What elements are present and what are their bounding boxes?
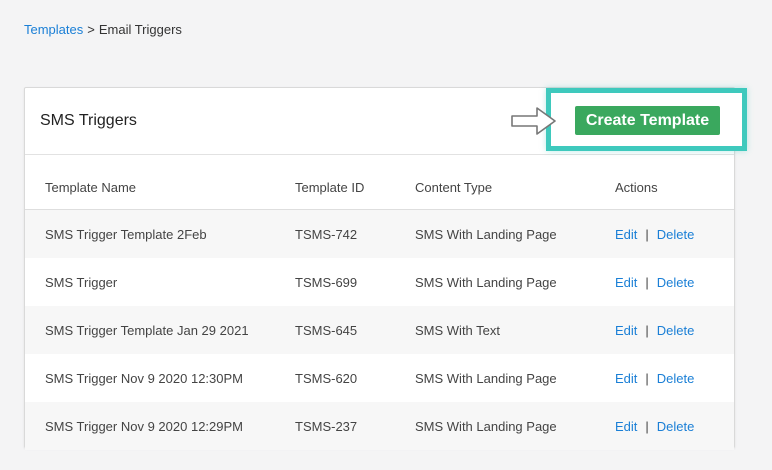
table-row: SMS Trigger Nov 9 2020 12:30PM TSMS-620 … (25, 354, 734, 402)
content-type-cell: SMS With Landing Page (415, 209, 615, 258)
content-type-cell: SMS With Landing Page (415, 274, 557, 290)
delete-link[interactable]: Delete (657, 227, 695, 242)
column-header-template-id: Template ID (295, 166, 415, 210)
delete-link[interactable]: Delete (657, 275, 695, 290)
template-name-cell: SMS Trigger Nov 9 2020 12:30PM (45, 370, 243, 386)
content-type-cell: SMS With Landing Page (415, 402, 615, 450)
create-template-button[interactable]: Create Template (575, 106, 720, 135)
actions-cell: Edit | Delete (615, 209, 734, 258)
delete-link[interactable]: Delete (657, 371, 695, 386)
breadcrumb-current: Email Triggers (98, 22, 182, 37)
content-type-cell: SMS With Text (415, 306, 615, 354)
table-row: SMS Trigger Template Jan 29 2021 TSMS-64… (25, 306, 734, 354)
action-separator: | (645, 226, 649, 242)
table-row: SMS Trigger TSMS-699 SMS With Landing Pa… (25, 258, 734, 306)
sms-triggers-table: Template Name Template ID Content Type A… (25, 166, 734, 450)
edit-link[interactable]: Edit (615, 275, 637, 290)
action-separator: | (645, 274, 649, 290)
page: Templates > Email Triggers SMS Triggers Cr… (0, 0, 772, 470)
actions-cell: Edit | Delete (615, 402, 734, 450)
actions-cell: Edit | Delete (615, 258, 734, 306)
delete-link[interactable]: Delete (657, 323, 695, 338)
actions-cell: Edit | Delete (615, 354, 734, 402)
breadcrumb-separator: > (87, 22, 95, 37)
template-id-cell: TSMS-237 (295, 402, 415, 450)
table-header-row: Template Name Template ID Content Type A… (25, 166, 734, 210)
table-row: SMS Trigger Nov 9 2020 12:29PM TSMS-237 … (25, 402, 734, 450)
card-title: SMS Triggers (40, 112, 137, 129)
template-name-cell: SMS Trigger Template Jan 29 2021 (25, 306, 295, 354)
actions-cell: Edit | Delete (615, 306, 734, 354)
column-header-content-type: Content Type (415, 166, 615, 210)
template-id-cell: TSMS-699 (295, 274, 358, 290)
template-name-cell: SMS Trigger (45, 274, 118, 290)
action-separator: | (645, 322, 649, 338)
template-name-cell: SMS Trigger Template 2Feb (25, 209, 295, 258)
column-header-template-name: Template Name (25, 166, 295, 210)
template-name-cell: SMS Trigger Nov 9 2020 12:29PM (25, 402, 295, 450)
edit-link[interactable]: Edit (615, 227, 637, 242)
breadcrumb-templates-link[interactable]: Templates (24, 22, 83, 37)
action-separator: | (645, 370, 649, 386)
template-id-cell: TSMS-742 (295, 209, 415, 258)
table-row: SMS Trigger Template 2Feb TSMS-742 SMS W… (25, 209, 734, 258)
arrow-right-icon (511, 107, 556, 135)
template-id-cell: TSMS-620 (295, 370, 358, 386)
edit-link[interactable]: Edit (615, 371, 637, 386)
edit-link[interactable]: Edit (615, 323, 637, 338)
edit-link[interactable]: Edit (615, 419, 637, 434)
breadcrumb: Templates > Email Triggers (24, 21, 182, 39)
column-header-actions: Actions (615, 166, 734, 210)
action-separator: | (645, 418, 649, 434)
delete-link[interactable]: Delete (657, 419, 695, 434)
content-type-cell: SMS With Landing Page (415, 370, 557, 386)
template-id-cell: TSMS-645 (295, 306, 415, 354)
